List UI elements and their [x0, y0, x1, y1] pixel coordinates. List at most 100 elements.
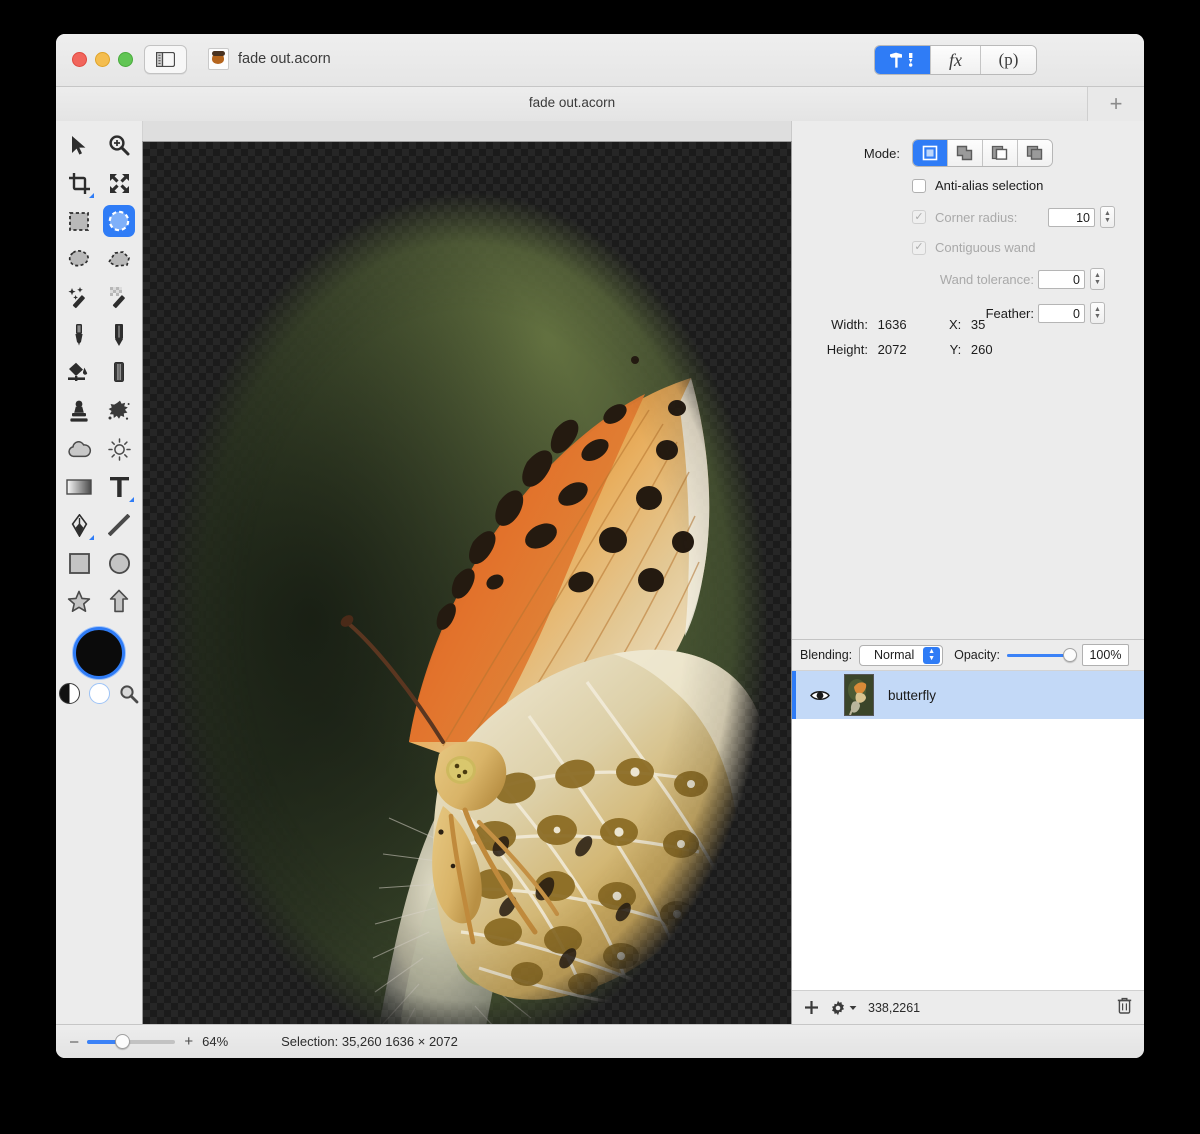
lasso-tool[interactable] — [63, 243, 95, 275]
brush-tool[interactable] — [63, 319, 95, 351]
tool-row — [56, 243, 142, 275]
new-selection-icon — [922, 145, 938, 161]
plus-icon[interactable] — [804, 1000, 819, 1015]
magnifier-icon[interactable] — [119, 684, 139, 704]
zoom-tool[interactable] — [103, 129, 135, 161]
blur-tool[interactable] — [63, 433, 95, 465]
tab-palette-label: (p) — [998, 50, 1019, 69]
eraser-icon — [114, 362, 124, 382]
dodge-tool[interactable] — [103, 433, 135, 465]
tool-row — [56, 471, 142, 503]
foreground-color-well[interactable] — [73, 627, 125, 679]
magic-wand-tool[interactable] — [63, 281, 95, 313]
sidebar-toggle-button[interactable] — [144, 45, 187, 74]
marching-ants-ellipse-icon — [108, 210, 130, 232]
layer-row-butterfly[interactable]: butterfly — [792, 671, 1144, 719]
blending-mode-popup[interactable]: Normal ▲ ▼ — [859, 644, 944, 666]
width-label: Width: — [831, 317, 868, 332]
add-selection-mode[interactable] — [948, 140, 983, 166]
y-value: 260 — [970, 342, 993, 357]
text-tool[interactable] — [103, 471, 135, 503]
mode-label: Mode: — [863, 145, 900, 161]
contiguous-wand-checkbox[interactable]: ✓ — [912, 240, 926, 255]
document-tab[interactable]: fade out.acorn — [56, 95, 1088, 110]
clone-stamp-tool[interactable] — [63, 395, 95, 427]
contiguous-wand-label: Contiguous wand — [935, 240, 1036, 255]
elliptical-select-tool[interactable] — [103, 205, 135, 237]
image-canvas[interactable] — [143, 142, 791, 1058]
line-tool[interactable] — [103, 509, 135, 541]
sun-icon — [107, 437, 131, 461]
close-button[interactable] — [72, 52, 87, 67]
antialias-checkbox[interactable] — [912, 178, 926, 193]
tab-filters-label: fx — [949, 49, 962, 70]
star-shape-tool[interactable] — [63, 585, 95, 617]
crop-tool[interactable] — [63, 167, 95, 199]
swap-colors-icon[interactable] — [59, 683, 80, 704]
magic-wand-alpha-icon — [109, 286, 125, 308]
wand-tolerance-stepper[interactable]: ▲ ▼ — [1090, 268, 1105, 290]
subtract-selection-icon — [991, 145, 1008, 160]
opacity-fill — [1006, 653, 1065, 657]
checkmark-icon: ✓ — [914, 241, 924, 253]
marching-ants-rect-icon — [69, 211, 89, 231]
chevron-down-icon — [849, 1005, 857, 1010]
opacity-thumb[interactable] — [1062, 648, 1077, 662]
new-tab-button[interactable]: + — [1087, 87, 1144, 121]
tab-palette[interactable]: (p) — [981, 46, 1036, 74]
opacity-field[interactable]: 100% — [1081, 644, 1129, 666]
bezier-tool[interactable] — [63, 509, 95, 541]
background-color-well[interactable] — [89, 683, 110, 704]
feather-stepper[interactable]: ▲ ▼ — [1090, 302, 1105, 324]
stepper-down-icon: ▼ — [1104, 217, 1111, 224]
arrow-cursor-icon — [72, 135, 86, 155]
feather-field[interactable]: 0 — [1038, 303, 1085, 323]
new-selection-mode[interactable] — [913, 140, 948, 166]
tab-tools[interactable] — [875, 46, 931, 74]
paint-bucket-icon — [68, 362, 88, 381]
rectangular-select-tool[interactable] — [63, 205, 95, 237]
checkmark-icon: ✓ — [914, 210, 924, 223]
zoom-out-button[interactable]: – — [70, 1034, 78, 1049]
minimize-button[interactable] — [95, 52, 110, 67]
cloud-icon — [67, 440, 91, 457]
zoom-slider[interactable] — [87, 1034, 176, 1049]
tab-filters[interactable]: fx — [931, 46, 981, 74]
opacity-slider[interactable] — [1006, 648, 1077, 662]
corner-radius-field[interactable]: 10 — [1048, 207, 1095, 227]
corner-radius-stepper[interactable]: ▲ ▼ — [1100, 206, 1115, 228]
move-tool[interactable] — [63, 129, 95, 161]
layer-visibility-toggle[interactable] — [810, 689, 830, 702]
magnifier-plus-icon — [109, 135, 130, 156]
paint-bucket-tool[interactable] — [63, 357, 95, 389]
layer-thumbnail-image — [845, 675, 873, 715]
rectangle-shape-tool[interactable] — [63, 547, 95, 579]
pencil-tool[interactable] — [103, 319, 135, 351]
zoom-in-button[interactable]: + — [184, 1034, 193, 1049]
wand-tolerance-field[interactable]: 0 — [1038, 269, 1085, 289]
selection-status: Selection: 35,260 1636 × 2072 — [281, 1034, 458, 1049]
canvas-image — [143, 142, 791, 1058]
eraser-tool[interactable] — [103, 357, 135, 389]
zoom-button[interactable] — [118, 52, 133, 67]
transform-tool[interactable] — [103, 167, 135, 199]
smudge-tool[interactable] — [103, 395, 135, 427]
stepper-down-icon: ▼ — [1094, 279, 1101, 286]
ellipse-shape-tool[interactable] — [103, 547, 135, 579]
instant-alpha-tool[interactable] — [103, 281, 135, 313]
layers-toolbar: Blending: Normal ▲ ▼ Opacity: 100% — [792, 640, 1144, 671]
polygon-lasso-tool[interactable] — [103, 243, 135, 275]
corner-radius-checkbox[interactable]: ✓ — [912, 210, 926, 224]
eye-icon — [810, 690, 830, 700]
intersect-selection-mode[interactable] — [1018, 140, 1052, 166]
gear-icon — [832, 1000, 844, 1015]
window-body: Mode: Anti-alias selection ✓ Corner radi… — [56, 121, 1144, 1058]
blending-label: Blending: — [800, 648, 853, 662]
status-bar: – + 64% Selection: 35,260 1636 × 2072 — [56, 1024, 1144, 1058]
delete-layer-button[interactable] — [1117, 997, 1132, 1019]
zoom-thumb[interactable] — [115, 1034, 131, 1049]
subtract-selection-mode[interactable] — [983, 140, 1018, 166]
gradient-tool[interactable] — [63, 471, 95, 503]
arrow-shape-tool[interactable] — [103, 585, 135, 617]
layer-settings-menu[interactable] — [830, 1000, 857, 1016]
